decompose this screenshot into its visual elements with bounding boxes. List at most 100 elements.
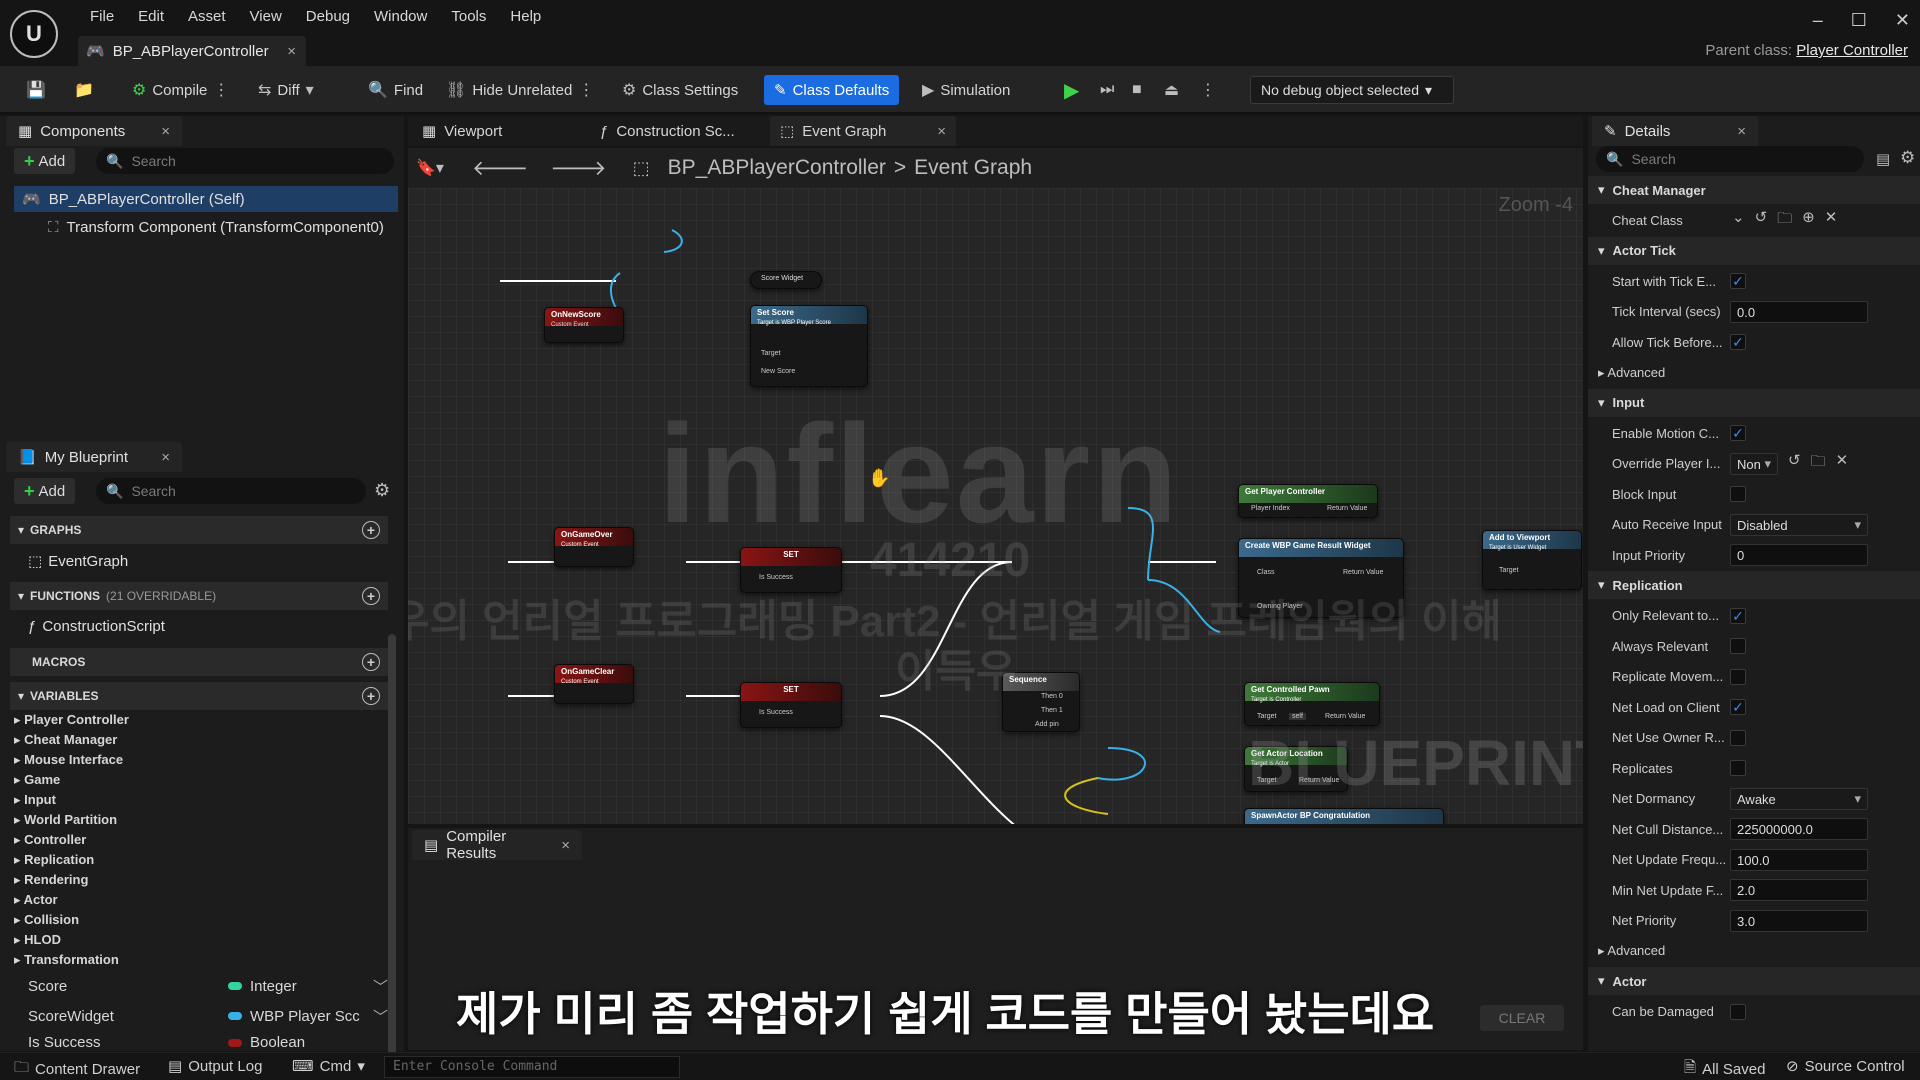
reset-icon[interactable]: ↺	[1788, 451, 1801, 476]
checkbox[interactable]	[1730, 486, 1746, 502]
unreal-logo[interactable]: U	[10, 10, 58, 58]
close-icon[interactable]: ×	[287, 43, 296, 60]
pin-is-success[interactable]: Is Success	[759, 709, 793, 716]
functions-section[interactable]: ▾ FUNCTIONS (21 OVERRIDABLE) +	[10, 582, 388, 610]
category-controller[interactable]: ▸ Controller	[14, 832, 86, 848]
add-variable-icon[interactable]: +	[362, 687, 380, 705]
pin-class[interactable]: Class	[1257, 569, 1275, 576]
category-rendering[interactable]: ▸ Rendering	[14, 872, 88, 888]
step-button[interactable]: ⏭	[1094, 75, 1120, 105]
add-member-button[interactable]: + Add	[14, 478, 76, 504]
category-input[interactable]: ▸ Input	[14, 792, 56, 808]
diff-button[interactable]: ⇆ Diff ▾	[252, 75, 320, 105]
menu-debug[interactable]: Debug	[294, 6, 362, 27]
document-tab[interactable]: 🎮 BP_ABPlayerController ×	[78, 36, 306, 66]
simulation-button[interactable]: ▶ Simulation	[916, 75, 1016, 105]
pin-target[interactable]: Target	[1257, 713, 1276, 720]
close-icon[interactable]: ×	[1737, 123, 1746, 140]
pin-add[interactable]: Add pin	[1035, 721, 1059, 728]
components-search-input[interactable]: 🔍 Search	[96, 148, 394, 174]
number-input[interactable]: 100.0	[1730, 848, 1868, 871]
find-button[interactable]: 🔍 Find	[362, 75, 429, 105]
checkbox[interactable]	[1730, 638, 1746, 654]
breadcrumb-blueprint[interactable]: BP_ABPlayerController	[668, 156, 886, 180]
browse-icon[interactable]: 🗀	[1811, 451, 1826, 476]
maximize-icon[interactable]: ☐	[1851, 10, 1867, 31]
save-button[interactable]: 💾	[20, 75, 52, 105]
close-icon[interactable]: ×	[161, 449, 170, 466]
advanced-toggle[interactable]: ▸ Advanced	[1598, 943, 1665, 959]
console-input[interactable]: Enter Console Command	[384, 1056, 680, 1078]
checkbox[interactable]	[1730, 729, 1746, 746]
chevron-down-icon[interactable]: ⌄	[1732, 208, 1745, 233]
pin-target[interactable]: Target	[761, 350, 780, 357]
pin-new-score[interactable]: New Score	[761, 368, 795, 375]
node-get-controlled-pawn[interactable]: Get Controlled Pawn Target is Controller …	[1244, 682, 1380, 726]
checkbox[interactable]	[1730, 668, 1746, 685]
variables-section[interactable]: ▾ VARIABLES +	[10, 682, 388, 710]
output-log-button[interactable]: ▤ Output Log	[168, 1057, 262, 1076]
node-add-to-viewport[interactable]: Add to Viewport Target is User Widget Tar…	[1482, 530, 1582, 590]
clear-icon[interactable]: ✕	[1836, 451, 1849, 476]
category-game[interactable]: ▸ Game	[14, 772, 60, 788]
dropdown[interactable]: Awake ▾	[1730, 787, 1868, 810]
category-player-controller[interactable]: ▸ Player Controller	[14, 712, 129, 728]
details-search-input[interactable]: 🔍 Search	[1596, 146, 1864, 172]
pin-player-index[interactable]: Player Index	[1251, 505, 1290, 512]
node-set-score[interactable]: Set Score Target is WBP Player Score Targ…	[750, 305, 868, 387]
more-icon[interactable]: ⋮	[578, 80, 594, 100]
macros-section[interactable]: MACROS +	[10, 648, 388, 676]
close-icon[interactable]: ×	[161, 123, 170, 140]
number-input[interactable]: 2.0	[1730, 879, 1868, 901]
number-input[interactable]: 3.0	[1730, 909, 1868, 932]
clear-icon[interactable]: ✕	[1825, 208, 1838, 233]
category-actor[interactable]: ▸ Actor	[14, 892, 58, 908]
class-defaults-button[interactable]: ✎ Class Defaults	[764, 75, 900, 105]
class-settings-button[interactable]: ⚙ Class Settings	[616, 75, 744, 105]
menu-file[interactable]: File	[78, 6, 126, 27]
function-constructionscript[interactable]: ƒ ConstructionScript	[28, 618, 165, 635]
components-tab[interactable]: ▦ Components ×	[6, 116, 182, 146]
parent-class-link[interactable]: Player Controller	[1796, 42, 1908, 59]
debug-object-select[interactable]: No debug object selected ▾	[1250, 76, 1454, 104]
pin-target[interactable]: Target	[1499, 567, 1518, 574]
browse-button[interactable]: 📁	[68, 75, 100, 105]
category-replication[interactable]: ▸ Replication	[14, 852, 94, 868]
close-window-icon[interactable]: ✕	[1895, 10, 1910, 31]
node-spawn-actor[interactable]: SpawnActor BP Congratulation	[1244, 808, 1444, 824]
eject-button[interactable]: ⏏	[1158, 75, 1185, 105]
node-onnewscore[interactable]: OnNewScore Custom Event	[544, 307, 624, 343]
category-collision[interactable]: ▸ Collision	[14, 912, 79, 928]
checkbox[interactable]	[1730, 760, 1746, 776]
variable-is-success[interactable]: Is Success Boolean	[28, 1034, 388, 1050]
cmd-select[interactable]: ⌨ Cmd ▾	[292, 1057, 365, 1076]
number-input[interactable]: 0	[1730, 544, 1868, 566]
chevron-down-icon[interactable]: ﹀	[373, 976, 388, 997]
pin-then-0[interactable]: Then 0	[1041, 693, 1063, 700]
pin-return-value[interactable]: Return Value	[1325, 713, 1365, 720]
menu-view[interactable]: View	[238, 6, 294, 27]
variable-score[interactable]: Score Integer ﹀	[28, 974, 388, 998]
category-mouse-interface[interactable]: ▸ Mouse Interface	[14, 752, 123, 768]
all-saved-button[interactable]: 🗎 All Saved	[1684, 1057, 1765, 1080]
stop-button[interactable]: ■	[1126, 75, 1148, 105]
checkbox[interactable]: ✓	[1730, 334, 1746, 350]
pin-is-success[interactable]: Is Success	[759, 574, 793, 581]
graph-canvas[interactable]: inflearn 414210 Zoom -4 OnNewScore Custom…	[408, 188, 1583, 824]
chevron-down-icon[interactable]: ﹀	[373, 1006, 388, 1027]
gear-icon[interactable]: ⚙	[374, 480, 390, 501]
content-drawer-button[interactable]: 🗀 Content Drawer	[14, 1057, 140, 1080]
play-button[interactable]: ▶	[1058, 75, 1085, 105]
add-function-icon[interactable]: +	[362, 587, 380, 605]
clear-button[interactable]: CLEAR	[1480, 1005, 1564, 1031]
node-set-2[interactable]: SET Is Success	[740, 682, 842, 728]
details-section[interactable]: ▾ Cheat Manager	[1588, 176, 1920, 204]
pin-return-value[interactable]: Return Value	[1327, 505, 1367, 512]
add-macro-icon[interactable]: +	[362, 653, 380, 671]
close-icon[interactable]: ×	[561, 837, 570, 854]
tab-viewport[interactable]: ▦ Viewport	[412, 116, 512, 146]
add-icon[interactable]: ⊕	[1802, 208, 1815, 233]
graph-eventgraph[interactable]: ⬚ EventGraph	[28, 552, 128, 571]
more-icon[interactable]: ⋮	[213, 80, 229, 100]
table-view-icon[interactable]: ▤	[1876, 150, 1890, 168]
